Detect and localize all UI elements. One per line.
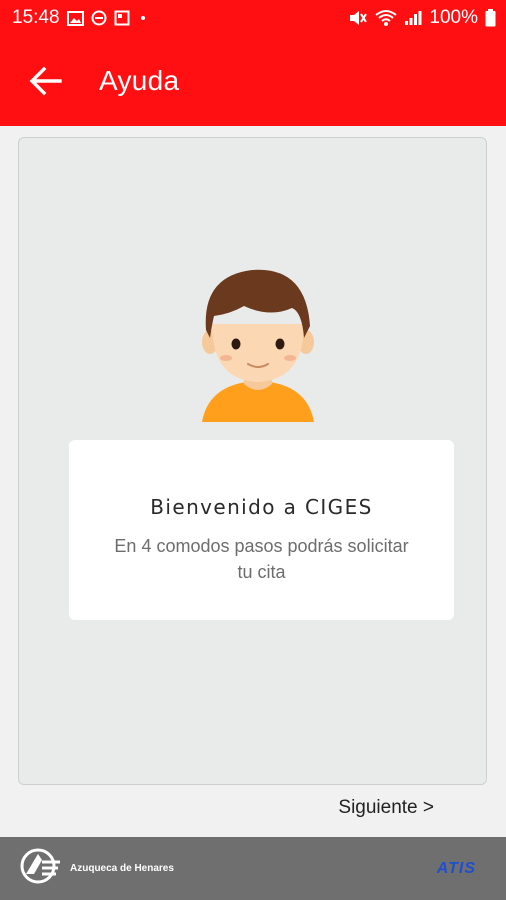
mute-icon: [348, 9, 368, 27]
footer: Azuqueca de Henares ATIS: [0, 837, 506, 900]
image-icon: [66, 10, 84, 26]
next-button[interactable]: Siguiente >: [338, 797, 434, 819]
battery-percent: 100%: [429, 7, 478, 28]
app-bar: Ayuda: [0, 36, 506, 126]
town-logo-icon: [20, 848, 64, 889]
wifi-icon: [375, 9, 398, 27]
notification-box-icon: [114, 10, 130, 26]
dot-icon: [137, 12, 149, 24]
signal-icon: [404, 10, 422, 26]
welcome-title: Bienvenido a CIGES: [150, 495, 373, 519]
welcome-subtitle: En 4 comodos pasos podrás solicitar tu c…: [114, 536, 409, 582]
battery-icon: [485, 9, 496, 27]
status-time: 15:48: [12, 7, 60, 28]
help-card: Bienvenido a CIGES En 4 comodos pasos po…: [18, 137, 487, 785]
avatar: [200, 264, 316, 424]
page-title: Ayuda: [99, 65, 180, 96]
arrow-left-icon: [29, 66, 62, 96]
dnd-icon: [91, 10, 107, 26]
status-bar: 15:48 100%: [0, 0, 506, 36]
back-button[interactable]: [13, 49, 77, 113]
welcome-box: Bienvenido a CIGES En 4 comodos pasos po…: [69, 440, 454, 620]
town-name: Azuqueca de Henares: [70, 863, 174, 874]
brand-logo: ATIS: [436, 859, 476, 877]
